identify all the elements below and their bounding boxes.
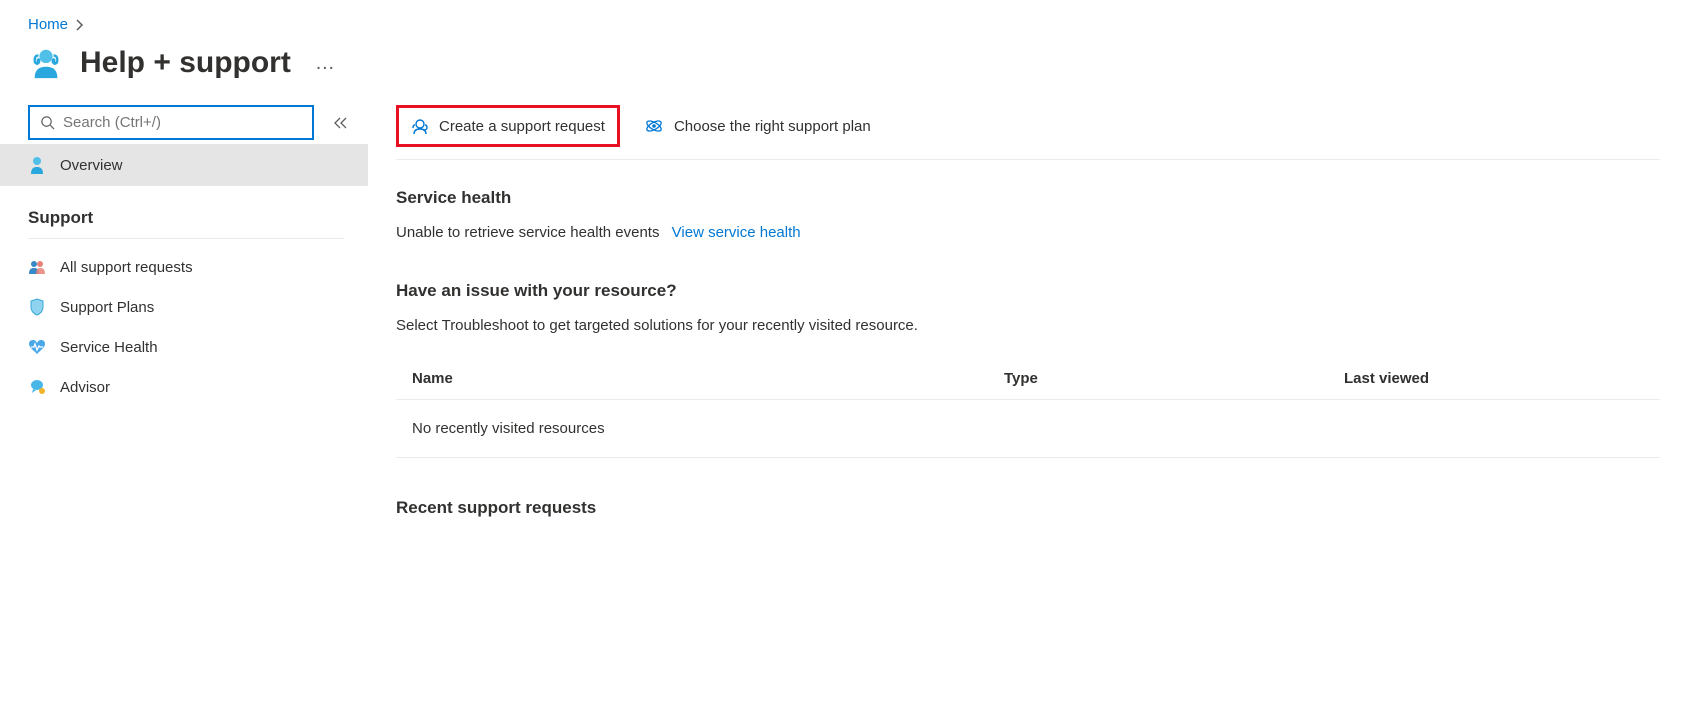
- sidebar-item-label: Advisor: [60, 379, 110, 396]
- choose-support-plan-button[interactable]: Choose the right support plan: [632, 106, 883, 146]
- sidebar-item-overview[interactable]: Overview: [0, 144, 368, 186]
- recent-resources-table: Name Type Last viewed No recently visite…: [396, 358, 1660, 458]
- resource-issue-section: Have an issue with your resource? Select…: [396, 281, 1660, 458]
- toolbar-button-label: Choose the right support plan: [674, 118, 871, 135]
- create-support-request-button[interactable]: Create a support request: [396, 105, 620, 147]
- collapse-sidebar-button[interactable]: [330, 113, 352, 133]
- search-input[interactable]: [63, 114, 302, 131]
- service-health-section: Service health Unable to retrieve servic…: [396, 188, 1660, 241]
- sidebar-item-advisor[interactable]: Advisor: [0, 367, 368, 407]
- search-icon: [40, 115, 55, 130]
- search-box[interactable]: [28, 105, 314, 140]
- section-heading: Have an issue with your resource?: [396, 281, 1660, 301]
- column-header-name[interactable]: Name: [412, 370, 1004, 387]
- section-subtext: Select Troubleshoot to get targeted solu…: [396, 317, 1660, 334]
- column-header-type[interactable]: Type: [1004, 370, 1344, 387]
- sidebar-item-support-plans[interactable]: Support Plans: [0, 287, 368, 327]
- person-headset-icon: [411, 117, 429, 135]
- view-service-health-link[interactable]: View service health: [672, 224, 801, 241]
- service-health-status-text: Unable to retrieve service health events: [396, 224, 659, 241]
- page-header: Help + support …: [0, 45, 1688, 105]
- sidebar-item-label: Support Plans: [60, 299, 154, 316]
- sidebar-item-service-health[interactable]: Service Health: [0, 327, 368, 367]
- sidebar-item-label: Overview: [60, 157, 123, 174]
- sidebar-item-label: All support requests: [60, 259, 193, 276]
- table-header-row: Name Type Last viewed: [396, 358, 1660, 400]
- overview-icon: [28, 156, 46, 174]
- shield-icon: [28, 298, 46, 316]
- main-content: Create a support request Choose the righ…: [368, 105, 1688, 558]
- breadcrumb-home-link[interactable]: Home: [28, 16, 68, 33]
- sidebar-item-all-requests[interactable]: All support requests: [0, 247, 368, 287]
- section-heading: Recent support requests: [396, 498, 1660, 518]
- toolbar: Create a support request Choose the righ…: [396, 105, 1660, 160]
- breadcrumb: Home: [0, 0, 1688, 45]
- more-actions-button[interactable]: …: [307, 52, 337, 75]
- page-title: Help + support: [80, 46, 291, 80]
- column-header-last-viewed[interactable]: Last viewed: [1344, 370, 1644, 387]
- heartbeat-icon: [28, 338, 46, 356]
- help-support-icon: [28, 45, 64, 81]
- table-empty-state: No recently visited resources: [396, 400, 1660, 458]
- chevron-right-icon: [76, 19, 84, 31]
- people-icon: [28, 258, 46, 276]
- sidebar-section-header: Support: [28, 186, 344, 239]
- sidebar-item-label: Service Health: [60, 339, 158, 356]
- section-heading: Service health: [396, 188, 1660, 208]
- recent-requests-section: Recent support requests: [396, 498, 1660, 518]
- toolbar-button-label: Create a support request: [439, 118, 605, 135]
- advisor-icon: [28, 378, 46, 396]
- atom-icon: [644, 116, 664, 136]
- sidebar: Overview Support All support requests: [0, 105, 368, 558]
